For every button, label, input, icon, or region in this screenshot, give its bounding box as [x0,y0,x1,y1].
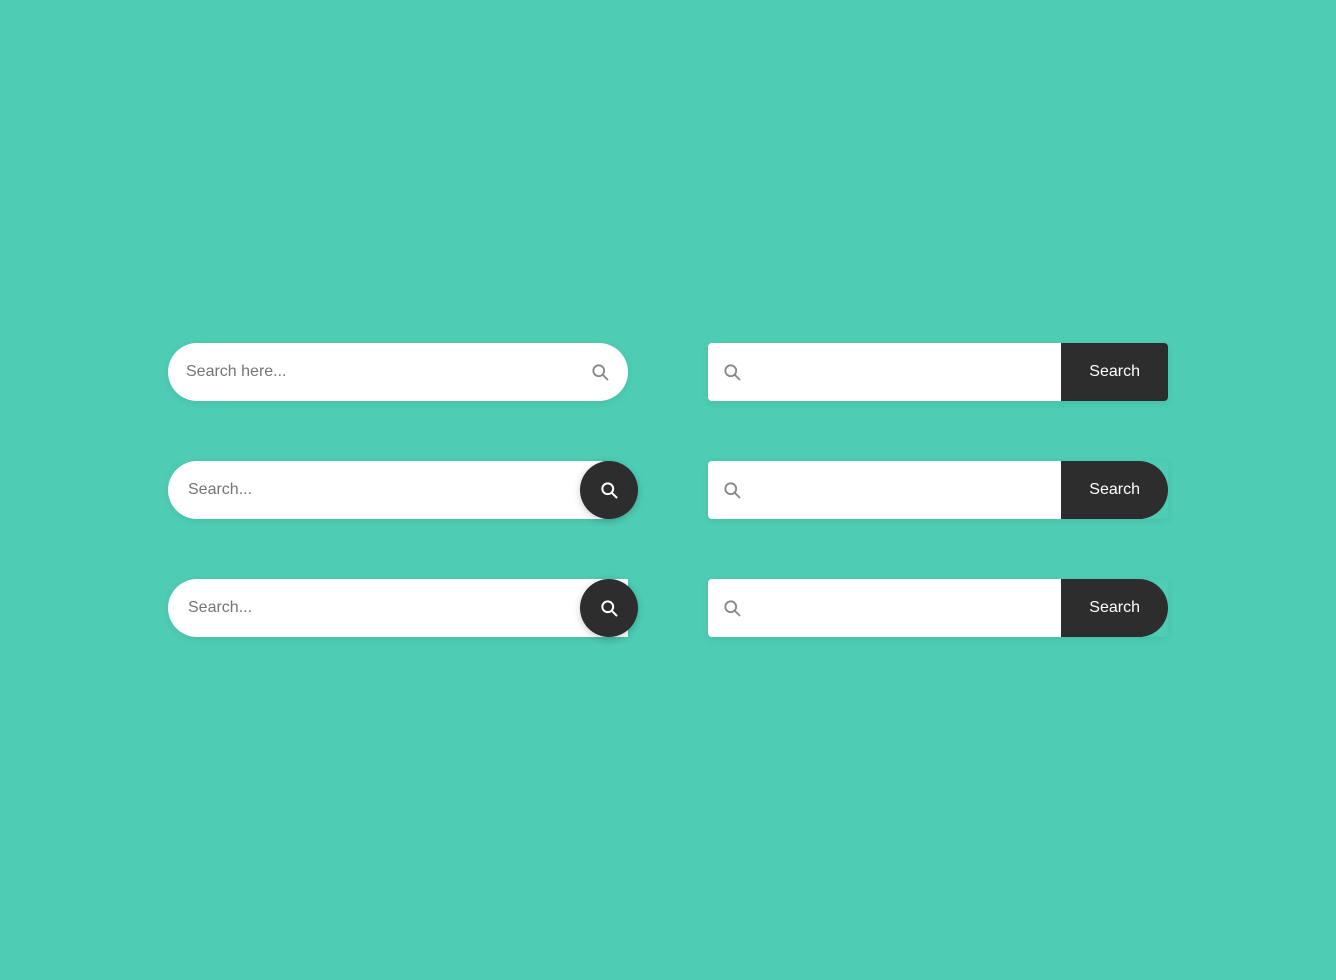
search-input-2[interactable] [168,461,628,519]
search-icon-5 [722,480,742,500]
search-circle-button-3[interactable] [580,579,638,637]
search-icon-1 [590,362,610,382]
search-icon-2 [599,480,619,500]
search-icon-6 [722,598,742,618]
search-bar-pill-icon-right [168,343,628,401]
search-bar-rect-rounded: Search [708,461,1168,519]
search-icon-area-4 [708,343,1061,401]
search-bars-container: Search Search [108,283,1228,697]
search-icon-area-6 [708,579,1061,637]
search-button-4[interactable]: Search [1061,343,1168,401]
search-bar-half-pill-circle [168,579,628,637]
search-circle-button-2[interactable] [580,461,638,519]
search-icon-4 [722,362,742,382]
search-icon-area-5 [708,461,1061,519]
search-button-6[interactable]: Search [1061,579,1168,637]
search-bar-rect-sharp: Search [708,343,1168,401]
search-input-1[interactable] [186,363,590,381]
search-icon-3 [599,598,619,618]
search-input-3[interactable] [168,579,628,637]
search-button-5[interactable]: Search [1061,461,1168,519]
search-bar-rect-half-pill: Search [708,579,1168,637]
search-bar-pill-circle [168,461,628,519]
